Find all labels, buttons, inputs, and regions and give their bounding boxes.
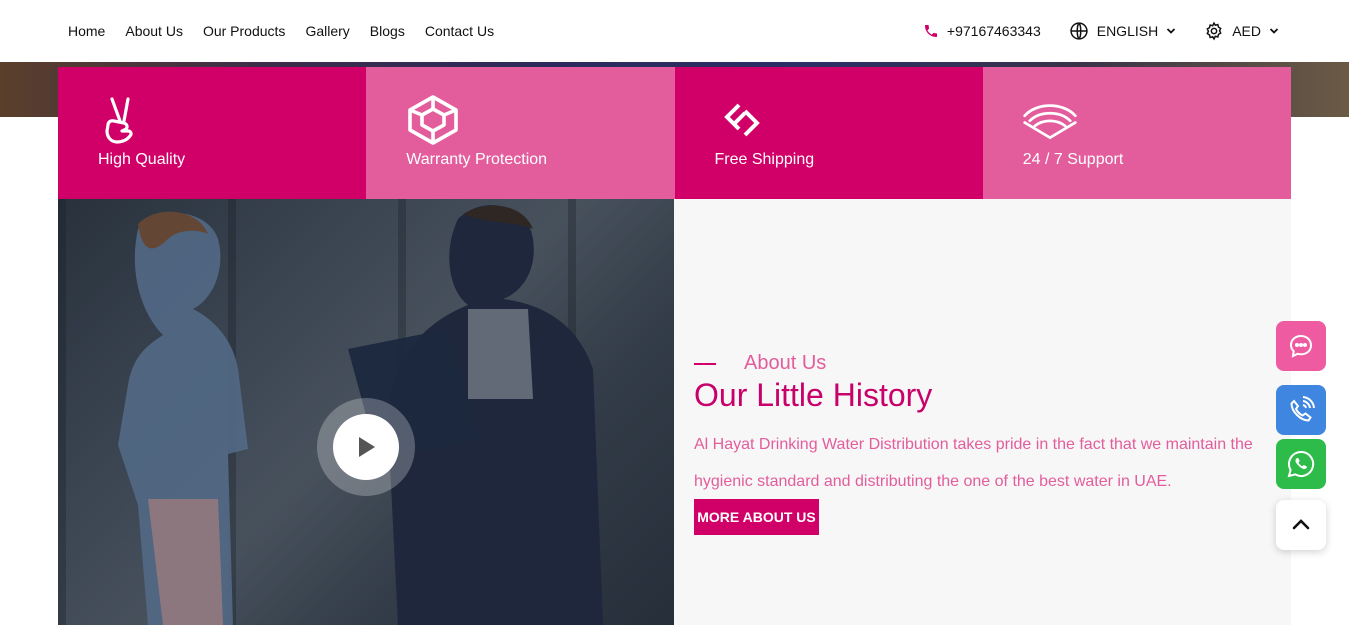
kicker-divider [694,362,716,365]
nav-contact-us[interactable]: Contact Us [425,23,494,39]
nav-blogs[interactable]: Blogs [370,23,405,39]
currency-selector[interactable]: AED [1204,21,1279,41]
nav-our-products[interactable]: Our Products [203,23,285,39]
feature-label: 24 / 7 Support [1022,151,1124,168]
phone-icon [924,25,937,37]
play-icon [359,437,375,457]
play-video-button[interactable] [317,398,415,496]
gear-icon [1206,21,1222,41]
about-description: Al Hayat Drinking Water Distribution tak… [694,436,1253,490]
feature-label: High Quality [98,151,186,168]
language-selector[interactable]: ENGLISH [1069,21,1176,41]
more-about-us-button[interactable]: MORE ABOUT US [694,499,819,535]
chat-button[interactable] [1276,321,1326,371]
feature-label: Free Shipping [714,151,815,168]
phone-link[interactable]: +97167463343 [923,23,1041,39]
wifi-signal-icon [1023,104,1077,140]
currency-label: AED [1232,23,1261,39]
main-nav: Home About Us Our Products Gallery Blogs… [68,0,494,62]
about-video-panel [58,199,674,625]
chevron-up-icon [1292,519,1310,530]
link-arrows-icon [723,103,760,137]
whatsapp-button[interactable] [1276,439,1326,489]
peace-hand-icon [105,97,133,144]
chevron-down-icon [1269,28,1279,34]
nav-home[interactable]: Home [68,23,105,39]
feature-free-shipping: Free Shipping [674,67,983,199]
nav-about-us[interactable]: About Us [125,23,183,39]
chevron-down-icon [1167,28,1176,34]
about-title: Our Little History [694,377,933,413]
site-header: Home About Us Our Products Gallery Blogs… [0,0,1349,62]
about-section: About Us Our Little History Al Hayat Dri… [674,199,1291,625]
about-kicker: About Us [694,352,826,375]
cube-icon [408,95,459,145]
whatsapp-icon [1287,450,1315,478]
phone-ringing-icon [1290,396,1315,422]
features-bar: High Quality Warranty Protection Free Sh… [58,67,1291,199]
feature-24-7-support: 24 / 7 Support [982,67,1291,199]
feature-warranty-protection: Warranty Protection [366,67,675,199]
chat-bubble-icon [1289,334,1313,358]
feature-high-quality: High Quality [58,67,367,199]
call-button[interactable] [1276,385,1326,435]
scroll-to-top-button[interactable] [1276,500,1326,550]
nav-gallery[interactable]: Gallery [305,23,349,39]
globe-icon [1070,22,1088,40]
feature-label: Warranty Protection [406,151,548,168]
language-label: ENGLISH [1096,23,1159,39]
header-utilities: +97167463343 ENGLISH AED [923,0,1279,62]
phone-number: +97167463343 [946,23,1041,39]
about-kicker-text: About Us [744,352,827,374]
